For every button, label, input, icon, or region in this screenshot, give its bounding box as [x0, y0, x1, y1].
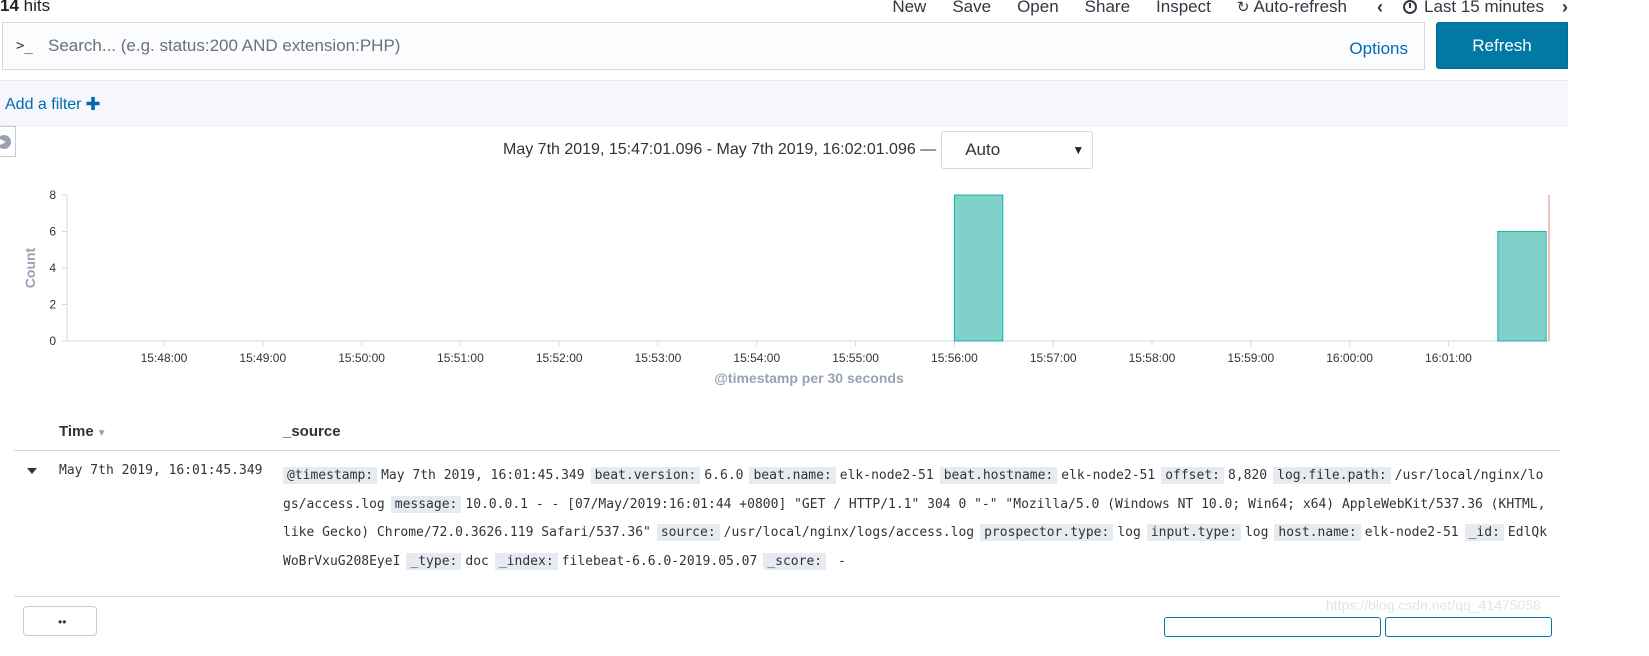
- y-tick-label: 4: [49, 261, 56, 275]
- time-range-text: May 7th 2019, 15:47:01.096 - May 7th 201…: [503, 141, 937, 158]
- histogram-chart: 0 2 4 6 8 15:48:00 15:49:00 15:50:00 15:51:00 15:…: [0, 180, 1568, 390]
- y-tick-label: 2: [49, 298, 56, 312]
- save-button[interactable]: Save: [952, 0, 991, 17]
- collapse-sidebar-toggle[interactable]: [0, 126, 16, 157]
- source-field-key: source:: [656, 524, 720, 541]
- open-button[interactable]: Open: [1017, 0, 1059, 17]
- source-field-key: @timestamp:: [283, 467, 378, 484]
- more-icon: ••: [58, 615, 67, 629]
- source-column-header: _source: [283, 423, 341, 440]
- plus-icon: ✚: [85, 94, 101, 114]
- source-field-key: _index:: [494, 552, 558, 570]
- hits-count: 14 hits: [0, 0, 50, 16]
- histogram-svg: 0 2 4 6 8 15:48:00 15:49:00 15:50:00 15:51:00 15:…: [22, 188, 1550, 386]
- time-column-header[interactable]: Time ▼: [59, 423, 107, 440]
- source-field-key: beat.hostname:: [939, 467, 1058, 484]
- x-tick-label: 15:57:00: [1030, 351, 1077, 365]
- x-tick-label: 15:58:00: [1129, 351, 1176, 365]
- source-field-value: filebeat-6.6.0-2019.05.07: [561, 553, 758, 569]
- y-axis-label: Count: [22, 247, 38, 288]
- x-tick-label: 15:59:00: [1227, 351, 1274, 365]
- source-field-value: 6.6.0: [704, 468, 744, 483]
- table-row: May 7th 2019, 16:01:45.349 @timestamp: Ma…: [14, 452, 1560, 597]
- source-field-key: message:: [390, 495, 462, 513]
- x-tick-label: 15:48:00: [141, 351, 188, 365]
- filter-bar: Add a filter ✚: [0, 80, 1568, 126]
- interval-value: Auto: [965, 140, 1001, 159]
- source-field-value: log: [1244, 525, 1269, 540]
- doc-table-header: Time ▼ _source: [14, 419, 1560, 451]
- source-field-key: beat.name:: [749, 467, 836, 484]
- time-picker[interactable]: Last 15 minutes: [1402, 0, 1544, 17]
- source-field-key: log.file.path:: [1273, 467, 1391, 484]
- time-column-label: Time: [59, 423, 94, 440]
- options-link[interactable]: Options: [1349, 39, 1408, 59]
- source-field-key: _score:: [763, 552, 827, 570]
- source-field-key: host.name:: [1274, 524, 1361, 541]
- x-tick-label: 15:52:00: [536, 351, 583, 365]
- histogram-bar: [1497, 231, 1547, 342]
- x-axis-label: @timestamp per 30 seconds: [714, 370, 904, 386]
- chevron-left-icon[interactable]: ‹: [1377, 0, 1383, 18]
- top-nav: New Save Open Share Inspect ↻ Auto-refre…: [892, 0, 1568, 18]
- x-tick-label: 16:01:00: [1425, 351, 1472, 365]
- source-field-key: _type:: [406, 552, 462, 570]
- pagination-button[interactable]: ••: [23, 606, 97, 636]
- new-button[interactable]: New: [892, 0, 926, 17]
- refresh-icon: ↻: [1236, 0, 1250, 16]
- chevron-right-icon[interactable]: ›: [1562, 0, 1568, 18]
- auto-refresh-button[interactable]: ↻ Auto-refresh: [1237, 0, 1347, 17]
- x-tick-label: 16:00:00: [1326, 351, 1373, 365]
- source-field-value: May 7th 2019, 16:01:45.349: [381, 468, 585, 483]
- source-fields: @timestamp: May 7th 2019, 16:01:45.349 bea…: [283, 462, 1548, 576]
- x-tick-label: 15:51:00: [437, 351, 484, 365]
- arrow-right-icon: [0, 135, 11, 149]
- interval-select[interactable]: Auto ▼: [941, 131, 1094, 169]
- source-field-value: 8,820: [1227, 468, 1268, 483]
- source-field-key: beat.version:: [590, 467, 701, 484]
- sort-down-icon[interactable]: ▼: [97, 428, 107, 439]
- share-button[interactable]: Share: [1085, 0, 1130, 17]
- y-tick-label: 6: [49, 225, 56, 239]
- histogram-bar: [953, 194, 1004, 342]
- clock-icon: [1402, 0, 1417, 14]
- query-bar: >_ Options: [2, 22, 1425, 70]
- source-field-value: elk-node2-51: [839, 468, 934, 483]
- x-tick-label: 15:55:00: [832, 351, 879, 365]
- x-tick-label: 15:49:00: [239, 351, 286, 365]
- source-field-key: _id:: [1464, 524, 1504, 541]
- query-prompt: >_: [16, 38, 33, 54]
- add-filter-button[interactable]: Add a filter ✚: [5, 94, 101, 115]
- hits-number: 14: [0, 0, 19, 15]
- bottom-action-button-2[interactable]: [1385, 617, 1552, 637]
- y-tick-label: 8: [49, 188, 56, 202]
- source-field-value: /usr/local/nginx/logs/access.log: [723, 525, 975, 540]
- row-timestamp: May 7th 2019, 16:01:45.349: [59, 463, 263, 478]
- watermark: https://blog.csdn.net/qq_41475058: [1326, 597, 1541, 613]
- auto-refresh-label: Auto-refresh: [1253, 0, 1347, 16]
- caret-down-icon: ▼: [1072, 143, 1085, 157]
- search-input[interactable]: [48, 36, 1350, 56]
- x-tick-label: 15:56:00: [931, 351, 978, 365]
- refresh-button[interactable]: Refresh: [1436, 22, 1568, 69]
- source-field-value: log: [1117, 525, 1141, 540]
- bottom-action-button-1[interactable]: [1164, 617, 1381, 637]
- source-field-value: -: [830, 553, 846, 569]
- x-tick-label: 15:53:00: [635, 351, 682, 365]
- hits-label: hits: [23, 0, 51, 15]
- time-range-label: Last 15 minutes: [1423, 0, 1544, 16]
- source-field-value: elk-node2-51: [1061, 468, 1156, 483]
- expand-row-icon[interactable]: [27, 468, 37, 474]
- source-field-key: offset:: [1161, 467, 1224, 484]
- x-tick-label: 15:54:00: [733, 351, 780, 365]
- histogram-range-row: May 7th 2019, 15:47:01.096 - May 7th 201…: [503, 131, 1094, 169]
- source-field-key: input.type:: [1146, 524, 1241, 541]
- source-field-key: prospector.type:: [980, 524, 1114, 541]
- source-field-value: doc: [465, 553, 489, 569]
- x-tick-label: 15:50:00: [338, 351, 385, 365]
- source-field-value: elk-node2-51: [1364, 525, 1459, 540]
- inspect-button[interactable]: Inspect: [1156, 0, 1211, 17]
- add-filter-label: Add a filter: [5, 95, 82, 113]
- y-tick-label: 0: [49, 334, 56, 348]
